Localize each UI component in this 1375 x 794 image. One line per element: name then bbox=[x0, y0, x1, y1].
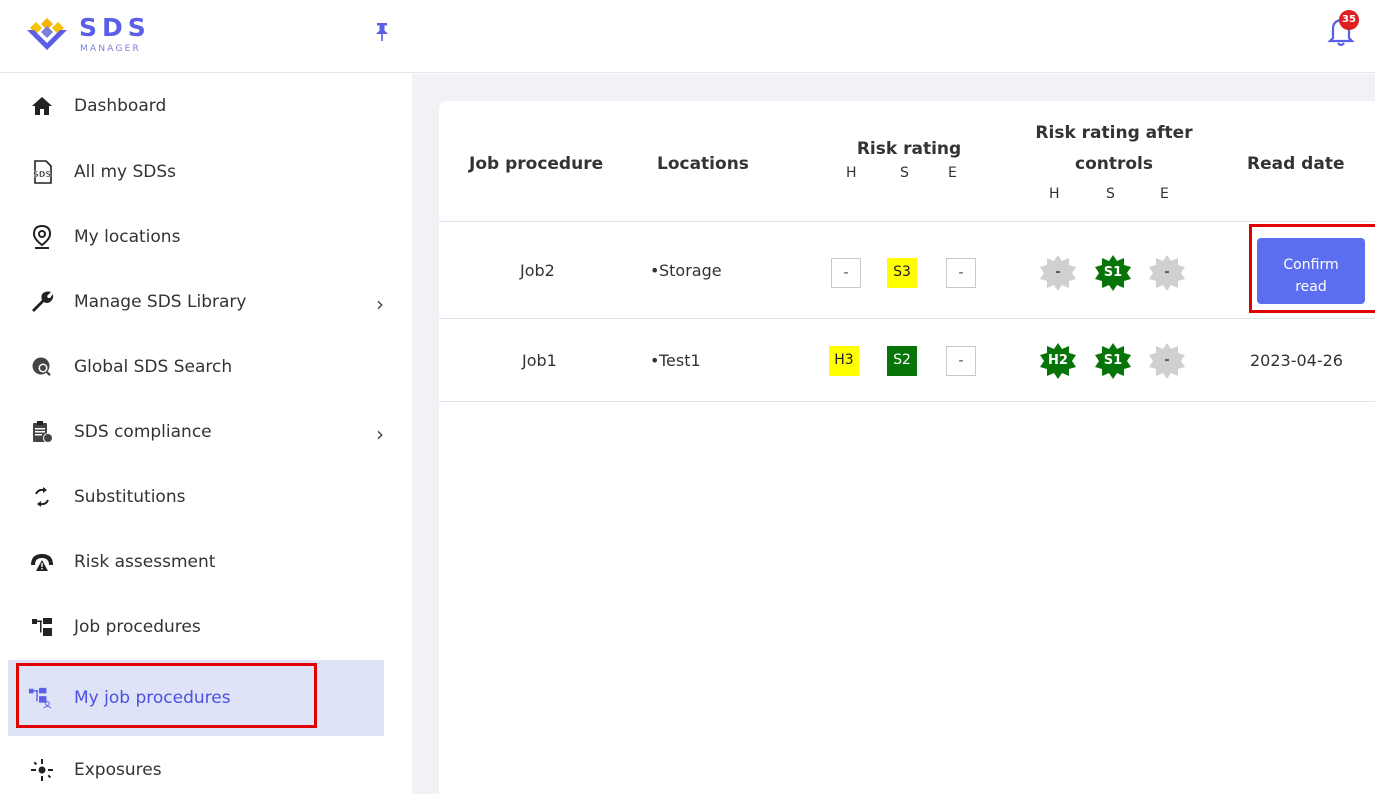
risk-e-badge: - bbox=[946, 346, 976, 376]
row-divider bbox=[439, 401, 1375, 402]
sidebar-item-label: Global SDS Search bbox=[74, 357, 233, 377]
header-after-h: H bbox=[1049, 186, 1060, 202]
job-name[interactable]: Job2 bbox=[520, 261, 555, 280]
active-item-highlight bbox=[16, 663, 317, 728]
main-content: Job procedure Locations Risk rating H S … bbox=[412, 74, 1375, 794]
risk-e-badge: - bbox=[946, 258, 976, 288]
exposure-icon bbox=[30, 758, 54, 782]
after-e-star-label: - bbox=[1164, 265, 1170, 280]
sds-document-icon: SDS bbox=[30, 160, 54, 184]
sidebar-item-sds-compliance[interactable]: SDS compliance › bbox=[8, 400, 384, 464]
sidebar-item-job-procedures[interactable]: Job procedures bbox=[8, 595, 384, 659]
sidebar-item-label: Substitutions bbox=[74, 487, 186, 507]
sidebar-item-label: SDS compliance bbox=[74, 422, 212, 442]
chevron-right-icon: › bbox=[376, 292, 384, 316]
sidebar-item-dashboard[interactable]: Dashboard bbox=[8, 74, 384, 138]
wrench-icon bbox=[30, 290, 54, 314]
risk-gauge-icon bbox=[30, 550, 54, 574]
after-h-star-label: H2 bbox=[1048, 353, 1068, 368]
header-risk-s: S bbox=[900, 165, 909, 181]
read-date: 2023-04-26 bbox=[1250, 351, 1343, 370]
job-name[interactable]: Job1 bbox=[522, 351, 557, 370]
sidebar-item-global-sds-search[interactable]: Global SDS Search bbox=[8, 335, 384, 399]
header-job-procedure: Job procedure bbox=[469, 154, 604, 174]
header-after-e: E bbox=[1160, 186, 1169, 202]
logo-diamond-icon bbox=[27, 18, 67, 50]
risk-s-badge: S2 bbox=[887, 346, 917, 376]
after-s-star-label: S1 bbox=[1103, 265, 1123, 280]
sidebar-item-label: Job procedures bbox=[74, 617, 201, 637]
header-risk-after-controls-line1: Risk rating after bbox=[1035, 123, 1193, 143]
risk-h-badge: H3 bbox=[829, 346, 859, 376]
sidebar-item-risk-assessment[interactable]: Risk assessment bbox=[8, 530, 384, 594]
sidebar-item-exposures[interactable]: Exposures bbox=[8, 738, 384, 794]
after-h-star-label: - bbox=[1055, 265, 1061, 280]
header-risk-e: E bbox=[948, 165, 957, 181]
row-divider bbox=[439, 318, 1375, 319]
pin-icon[interactable] bbox=[374, 22, 390, 42]
top-bar: SDS MANAGER 35 bbox=[0, 0, 1375, 73]
after-e-star-label: - bbox=[1164, 353, 1170, 368]
sidebar-item-label: Dashboard bbox=[74, 96, 167, 116]
header-locations: Locations bbox=[657, 154, 749, 174]
sidebar-item-label: Exposures bbox=[74, 760, 162, 780]
risk-h-badge: - bbox=[831, 258, 861, 288]
svg-text:SDS: SDS bbox=[33, 170, 51, 179]
confirm-read-highlight bbox=[1249, 224, 1375, 313]
sidebar-item-substitutions[interactable]: Substitutions bbox=[8, 465, 384, 529]
location-pin-icon bbox=[30, 225, 54, 249]
clipboard-check-icon bbox=[30, 420, 54, 444]
header-risk-after-controls-line2: controls bbox=[1075, 154, 1153, 174]
sidebar-item-all-my-sdss[interactable]: SDS All my SDSs bbox=[8, 140, 384, 204]
job-tree-icon bbox=[30, 615, 54, 639]
sidebar-item-label: My locations bbox=[74, 227, 181, 247]
sidebar-item-manage-sds-library[interactable]: Manage SDS Library › bbox=[8, 270, 384, 334]
substitution-cycle-icon bbox=[30, 485, 54, 509]
sidebar-item-my-locations[interactable]: My locations bbox=[8, 205, 384, 269]
logo-title: SDS bbox=[79, 13, 151, 42]
header-divider bbox=[439, 221, 1375, 222]
risk-s-badge: S3 bbox=[887, 258, 917, 288]
sds-manager-logo[interactable]: SDS MANAGER bbox=[22, 8, 162, 60]
notification-count-badge: 35 bbox=[1339, 10, 1359, 30]
sidebar-item-label: Manage SDS Library bbox=[74, 292, 247, 312]
header-after-s: S bbox=[1106, 186, 1115, 202]
logo-subtitle: MANAGER bbox=[80, 44, 141, 54]
sidebar-item-label: Risk assessment bbox=[74, 552, 216, 572]
header-risk-h: H bbox=[846, 165, 857, 181]
location-name: Storage bbox=[659, 261, 722, 280]
header-risk-rating: Risk rating bbox=[856, 139, 962, 159]
location-name: Test1 bbox=[659, 351, 701, 370]
chevron-right-icon: › bbox=[376, 422, 384, 446]
home-icon bbox=[30, 94, 54, 118]
job-procedures-table: Job procedure Locations Risk rating H S … bbox=[439, 101, 1375, 794]
after-s-star-label: S1 bbox=[1103, 353, 1123, 368]
sidebar-item-label: All my SDSs bbox=[74, 162, 177, 182]
header-read-date: Read date bbox=[1247, 154, 1345, 174]
global-search-icon bbox=[30, 355, 54, 379]
